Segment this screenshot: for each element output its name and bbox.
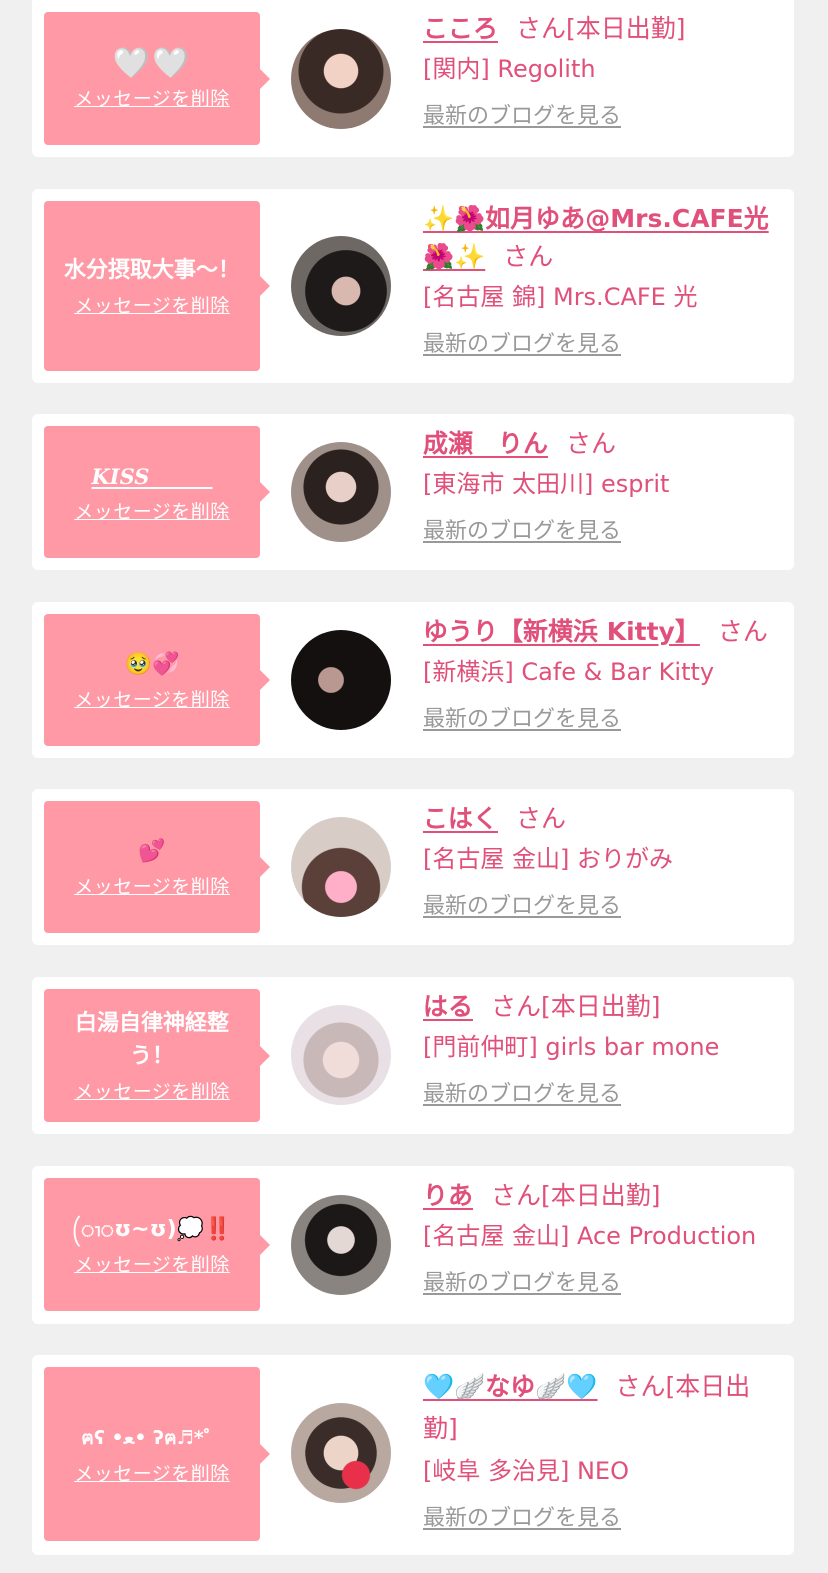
shop-name: [新横浜] Cafe & Bar Kitty — [423, 658, 715, 686]
list-item: (ၢ︎ʊ︎~ʊ︎)💭‼️ メッセージを削除 りあ さん[本日出勤] [名古屋 金山… — [32, 1166, 794, 1324]
list-item: 🥹💞 メッセージを削除 ゆうり【新横浜 Kitty】 さん [新横浜] Cafe … — [32, 602, 794, 758]
honorific: さん — [516, 804, 567, 833]
cast-name-link[interactable]: はる — [423, 992, 473, 1021]
shop-name: [門前仲町] girls bar mone — [423, 1033, 720, 1061]
message-bubble: 💕 メッセージを削除 — [44, 801, 270, 933]
name-line: りあ さん[本日出勤] — [423, 1177, 783, 1215]
cast-info: こころ さん[本日出勤] [関内] Regolith 最新のブログを見る — [423, 10, 783, 130]
message-text: 🤍🤍 — [112, 45, 192, 81]
message-bubble: (ၢ︎ʊ︎~ʊ︎)💭‼️ メッセージを削除 — [44, 1178, 270, 1311]
message-bubble: 🥹💞 メッセージを削除 — [44, 614, 270, 746]
cast-info: こはく さん [名古屋 金山] おりがみ 最新のブログを見る — [423, 800, 783, 920]
status-badge: [本日出勤] — [541, 992, 661, 1021]
message-text: ฅʕ •ﻌ• ʔฅ♬*゜ — [81, 1427, 223, 1449]
list-item: KISS______ メッセージを削除 成瀬 りん さん [東海市 太田川] es… — [32, 414, 794, 570]
cast-info: ✨🌺如月ゆあ@Mrs.CAFE光🌺✨ さん [名古屋 錦] Mrs.CAFE 光 … — [423, 200, 783, 358]
cast-info: はる さん[本日出勤] [門前仲町] girls bar mone 最新のブログを… — [423, 988, 783, 1108]
latest-blog-link[interactable]: 最新のブログを見る — [423, 1265, 621, 1297]
latest-blog-link[interactable]: 最新のブログを見る — [423, 1500, 621, 1532]
honorific: さん — [516, 14, 567, 43]
name-line: こころ さん[本日出勤] — [423, 10, 783, 48]
latest-blog-link[interactable]: 最新のブログを見る — [423, 888, 621, 920]
name-line: 成瀬 りん さん — [423, 425, 783, 463]
honorific: さん — [566, 429, 617, 458]
delete-message-link[interactable]: メッセージを削除 — [74, 1250, 230, 1277]
message-text: 🥹💞 — [124, 652, 180, 677]
list-item: ฅʕ •ﻌ• ʔฅ♬*゜ メッセージを削除 🩵🪽なゆ🪽🩵 さん[本日出勤] [岐阜… — [32, 1355, 794, 1555]
message-list: 🤍🤍 メッセージを削除 こころ さん[本日出勤] [関内] Regolith 最新… — [0, 0, 828, 1573]
honorific: さん — [717, 617, 768, 646]
honorific: さん — [491, 992, 542, 1021]
name-line: 🩵🪽なゆ🪽🩵 さん[本日出勤] — [423, 1366, 783, 1450]
honorific: さん — [615, 1372, 666, 1401]
message-bubble: 🤍🤍 メッセージを削除 — [44, 12, 270, 145]
cast-name-link[interactable]: ゆうり【新横浜 Kitty】 — [423, 617, 700, 646]
delete-message-link[interactable]: メッセージを削除 — [74, 497, 230, 524]
delete-message-link[interactable]: メッセージを削除 — [74, 1077, 230, 1104]
avatar[interactable] — [291, 29, 391, 129]
name-line: ✨🌺如月ゆあ@Mrs.CAFE光🌺✨ さん — [423, 200, 783, 276]
status-badge: [本日出勤] — [566, 14, 686, 43]
message-bubble: 水分摂取大事〜！ メッセージを削除 — [44, 201, 270, 371]
cast-info: 成瀬 りん さん [東海市 太田川] esprit 最新のブログを見る — [423, 425, 783, 545]
cast-info: ゆうり【新横浜 Kitty】 さん [新横浜] Cafe & Bar Kitty … — [423, 613, 783, 733]
message-bubble: ฅʕ •ﻌ• ʔฅ♬*゜ メッセージを削除 — [44, 1367, 270, 1541]
cast-name-link[interactable]: 🩵🪽なゆ🪽🩵 — [423, 1372, 598, 1401]
shop-name: [名古屋 金山] Ace Production — [423, 1222, 757, 1250]
cast-name-link[interactable]: りあ — [423, 1181, 473, 1210]
avatar[interactable] — [291, 817, 391, 917]
list-item: 白湯自律神経整う！ メッセージを削除 はる さん[本日出勤] [門前仲町] gir… — [32, 977, 794, 1134]
cast-name-link[interactable]: こはく — [423, 804, 498, 833]
name-line: こはく さん — [423, 800, 783, 838]
cast-name-link[interactable]: こころ — [423, 14, 498, 43]
latest-blog-link[interactable]: 最新のブログを見る — [423, 326, 621, 358]
latest-blog-link[interactable]: 最新のブログを見る — [423, 1076, 621, 1108]
cast-info: りあ さん[本日出勤] [名古屋 金山] Ace Production 最新のブロ… — [423, 1177, 783, 1297]
latest-blog-link[interactable]: 最新のブログを見る — [423, 513, 621, 545]
cast-name-link[interactable]: 成瀬 りん — [423, 429, 548, 458]
message-text: 白湯自律神経整う！ — [74, 1011, 229, 1069]
cast-name-link[interactable]: ✨🌺如月ゆあ@Mrs.CAFE光🌺✨ — [423, 204, 769, 271]
shop-name: [名古屋 錦] Mrs.CAFE 光 — [423, 283, 698, 311]
list-item: 水分摂取大事〜！ メッセージを削除 ✨🌺如月ゆあ@Mrs.CAFE光🌺✨ さん [… — [32, 189, 794, 383]
name-line: はる さん[本日出勤] — [423, 988, 783, 1026]
avatar[interactable] — [291, 630, 391, 730]
delete-message-link[interactable]: メッセージを削除 — [74, 685, 230, 712]
honorific: さん — [503, 242, 554, 271]
name-line: ゆうり【新横浜 Kitty】 さん — [423, 613, 783, 651]
message-text: 水分摂取大事〜！ — [63, 258, 240, 283]
honorific: さん — [491, 1181, 542, 1210]
status-badge: [本日出勤] — [541, 1181, 661, 1210]
list-item: 🤍🤍 メッセージを削除 こころ さん[本日出勤] [関内] Regolith 最新… — [32, 0, 794, 157]
delete-message-link[interactable]: メッセージを削除 — [74, 872, 230, 899]
message-text: (ၢ︎ʊ︎~ʊ︎)💭‼️ — [72, 1216, 232, 1242]
message-bubble: KISS______ メッセージを削除 — [44, 426, 270, 558]
message-bubble: 白湯自律神経整う！ メッセージを削除 — [44, 989, 270, 1122]
delete-message-link[interactable]: メッセージを削除 — [74, 291, 230, 318]
delete-message-link[interactable]: メッセージを削除 — [74, 84, 230, 111]
latest-blog-link[interactable]: 最新のブログを見る — [423, 98, 621, 130]
delete-message-link[interactable]: メッセージを削除 — [74, 1459, 230, 1486]
avatar[interactable] — [291, 442, 391, 542]
shop-name: [東海市 太田川] esprit — [423, 470, 670, 498]
shop-name: [名古屋 金山] おりがみ — [423, 845, 673, 873]
shop-name: [関内] Regolith — [423, 55, 596, 83]
avatar[interactable] — [291, 1403, 391, 1503]
list-item: 💕 メッセージを削除 こはく さん [名古屋 金山] おりがみ 最新のブログを見る — [32, 789, 794, 945]
avatar[interactable] — [291, 1195, 391, 1295]
avatar[interactable] — [291, 236, 391, 336]
avatar[interactable] — [291, 1005, 391, 1105]
latest-blog-link[interactable]: 最新のブログを見る — [423, 701, 621, 733]
message-text: KISS______ — [91, 464, 213, 489]
cast-info: 🩵🪽なゆ🪽🩵 さん[本日出勤] [岐阜 多治見] NEO 最新のブログを見る — [423, 1366, 783, 1532]
shop-name: [岐阜 多治見] NEO — [423, 1457, 629, 1485]
message-text: 💕 — [138, 839, 166, 864]
